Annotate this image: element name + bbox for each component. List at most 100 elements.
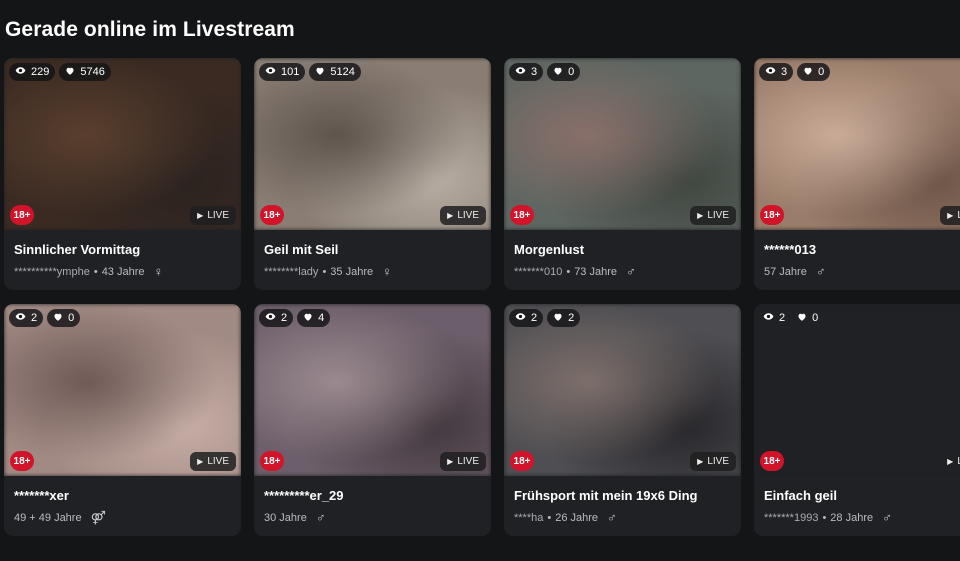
age-label: 49 + 49 Jahre xyxy=(14,512,82,524)
stream-thumbnail[interactable]: 2 0 18+ ▶ LIVE xyxy=(754,304,960,476)
like-count: 4 xyxy=(297,309,331,327)
stream-title[interactable]: *********er_29 xyxy=(264,488,483,503)
stream-thumbnail[interactable]: 2 0 18+ ▶ LIVE xyxy=(4,304,241,476)
age-label: 28 Jahre xyxy=(830,511,874,524)
like-count: 2 xyxy=(547,309,581,327)
live-badge: ▶ LIVE xyxy=(690,452,736,471)
viewer-count-value: 3 xyxy=(531,66,538,78)
eye-icon xyxy=(265,65,276,79)
stream-info: Morgenlust *******010 • 73 Jahre ♂ xyxy=(514,242,733,279)
gender-icon: ♀ xyxy=(153,264,164,279)
preview-image xyxy=(4,304,241,476)
heart-icon xyxy=(553,312,563,325)
live-badge: ▶ LIVE xyxy=(440,206,486,225)
heart-icon xyxy=(303,312,313,325)
username[interactable]: *******1993 xyxy=(764,512,818,524)
like-count-value: 0 xyxy=(818,66,825,78)
play-icon: ▶ xyxy=(697,211,704,220)
stream-info: *******xer 49 + 49 Jahre ⚤ xyxy=(14,488,233,526)
viewer-count-value: 101 xyxy=(281,66,300,78)
stream-thumbnail[interactable]: 101 5124 18+ ▶ LIVE xyxy=(254,58,491,230)
stream-card[interactable]: 2 0 18+ ▶ LIVE Einfach geil *******1993 … xyxy=(754,304,960,536)
gender-icon: ♂ xyxy=(607,510,617,525)
viewer-count-value: 229 xyxy=(31,66,50,78)
stream-stats: 2 4 xyxy=(259,309,331,327)
stream-card[interactable]: 2 4 18+ ▶ LIVE *********er_29 30 Jahre ♂ xyxy=(254,304,491,536)
preview-image xyxy=(254,304,491,476)
stream-meta: 49 + 49 Jahre ⚤ xyxy=(14,510,233,526)
live-badge: ▶ LIVE xyxy=(190,206,236,225)
viewer-count: 2 xyxy=(9,309,44,327)
play-icon: ▶ xyxy=(947,457,954,466)
stream-title[interactable]: *******xer xyxy=(14,488,233,503)
stream-stats: 229 5746 xyxy=(9,63,111,81)
stream-card[interactable]: 3 0 18+ ▶ LIVE ******013 57 Jahre ♂ xyxy=(754,58,960,290)
gender-icon: ♂ xyxy=(882,510,892,525)
stream-thumbnail[interactable]: 229 5746 18+ ▶ LIVE xyxy=(4,58,241,230)
stream-meta: 30 Jahre ♂ xyxy=(264,510,483,525)
stream-card[interactable]: 229 5746 18+ ▶ LIVE Sinnlicher Vormittag… xyxy=(4,58,241,290)
age-label: 35 Jahre xyxy=(330,265,374,278)
stream-card[interactable]: 2 0 18+ ▶ LIVE *******xer 49 + 49 Jahre … xyxy=(4,304,241,536)
heart-icon xyxy=(53,312,63,325)
stream-title[interactable]: Sinnlicher Vormittag xyxy=(14,242,233,257)
stream-title[interactable]: Morgenlust xyxy=(514,242,733,257)
username[interactable]: **********ymphe xyxy=(14,266,90,278)
viewer-count: 3 xyxy=(759,63,794,81)
stream-meta: ********lady • 35 Jahre ♀ xyxy=(264,264,483,279)
username[interactable]: *******010 xyxy=(514,266,562,278)
stream-info: *********er_29 30 Jahre ♂ xyxy=(264,488,483,525)
eye-icon xyxy=(763,311,774,325)
stream-stats: 3 0 xyxy=(759,63,831,81)
stream-meta: *******010 • 73 Jahre ♂ xyxy=(514,264,733,279)
like-count-value: 0 xyxy=(812,312,819,324)
preview-image xyxy=(504,304,741,476)
stream-title[interactable]: ******013 xyxy=(764,242,960,257)
eye-icon xyxy=(765,65,776,79)
preview-image xyxy=(4,58,241,230)
stream-info: Sinnlicher Vormittag **********ymphe • 4… xyxy=(14,242,233,279)
username[interactable]: ****ha xyxy=(514,512,543,524)
stream-card[interactable]: 2 2 18+ ▶ LIVE Frühsport mit mein 19x6 D… xyxy=(504,304,741,536)
stream-thumbnail[interactable]: 2 2 18+ ▶ LIVE xyxy=(504,304,741,476)
age-label: 30 Jahre xyxy=(264,511,307,524)
eye-icon xyxy=(515,65,526,79)
separator: • xyxy=(547,511,552,524)
stream-thumbnail[interactable]: 3 0 18+ ▶ LIVE xyxy=(504,58,741,230)
like-count-value: 0 xyxy=(568,66,575,78)
stream-stats: 2 0 xyxy=(759,309,822,327)
like-count-value: 2 xyxy=(568,312,575,324)
viewer-count-value: 2 xyxy=(531,312,538,324)
stream-title[interactable]: Geil mit Seil xyxy=(264,242,483,257)
stream-thumbnail[interactable]: 2 4 18+ ▶ LIVE xyxy=(254,304,491,476)
like-count: 5124 xyxy=(309,63,361,81)
username[interactable]: ********lady xyxy=(264,266,318,278)
live-label: LIVE xyxy=(707,210,729,221)
heart-icon xyxy=(553,66,563,79)
stream-title[interactable]: Einfach geil xyxy=(764,488,960,503)
stream-meta: ****ha • 26 Jahre ♂ xyxy=(514,510,733,525)
viewer-count: 2 xyxy=(259,309,294,327)
live-badge: ▶ LIVE xyxy=(690,206,736,225)
stream-info: Geil mit Seil ********lady • 35 Jahre ♀ xyxy=(264,242,483,279)
stream-card[interactable]: 101 5124 18+ ▶ LIVE Geil mit Seil ******… xyxy=(254,58,491,290)
stream-thumbnail[interactable]: 3 0 18+ ▶ LIVE xyxy=(754,58,960,230)
separator: • xyxy=(322,265,327,278)
play-icon: ▶ xyxy=(447,211,454,220)
play-icon: ▶ xyxy=(197,211,204,220)
adult-badge: 18+ xyxy=(10,451,34,471)
live-label: LIVE xyxy=(457,456,479,467)
heart-icon xyxy=(315,66,325,79)
gender-icon: ♂ xyxy=(626,264,636,279)
stream-meta: **********ymphe • 43 Jahre ♀ xyxy=(14,264,233,279)
play-icon: ▶ xyxy=(697,457,704,466)
stream-title[interactable]: Frühsport mit mein 19x6 Ding xyxy=(514,488,733,503)
stream-stats: 2 2 xyxy=(509,309,581,327)
adult-badge: 18+ xyxy=(510,205,534,225)
stream-stats: 3 0 xyxy=(509,63,581,81)
adult-badge: 18+ xyxy=(760,205,784,225)
stream-card[interactable]: 3 0 18+ ▶ LIVE Morgenlust *******010 • 7… xyxy=(504,58,741,290)
preview-image xyxy=(754,58,960,230)
adult-badge: 18+ xyxy=(510,451,534,471)
preview-image xyxy=(754,304,960,476)
